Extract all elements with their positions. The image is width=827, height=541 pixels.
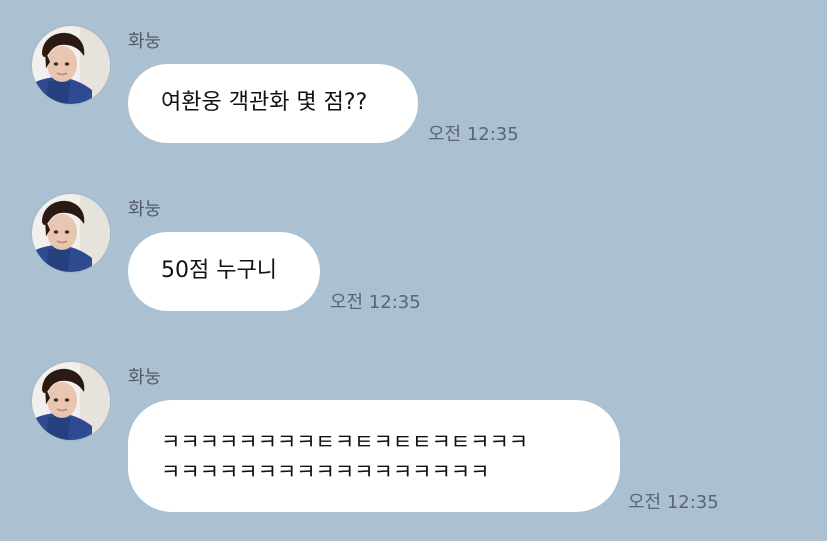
message-text: 50점 누구니 — [161, 258, 277, 283]
sender-name: 화눙 — [128, 367, 162, 388]
message-text: 여환웅 객관화 몇 점?? — [161, 90, 368, 115]
message-bubble[interactable]: 여환웅 객관화 몇 점?? — [128, 64, 418, 143]
message-timestamp: 오전 12:35 — [628, 492, 719, 513]
sender-name: 화눙 — [128, 199, 162, 220]
profile-photo-icon — [32, 26, 110, 104]
message-text-line-2: ㅋㅋㅋㅋㅋㅋㅋㅋㅋㅋㅋㅋㅋㅋㅋㅋㅋ — [161, 460, 490, 484]
sender-avatar[interactable] — [32, 362, 110, 440]
sender-avatar[interactable] — [32, 194, 110, 272]
profile-photo-icon — [32, 362, 110, 440]
chat-room[interactable]: 화눙 여환웅 객관화 몇 점?? 오전 12:35 화눙 50점 누구니 오전 … — [0, 0, 827, 541]
message-timestamp: 오전 12:35 — [428, 124, 519, 145]
sender-avatar[interactable] — [32, 26, 110, 104]
message-bubble[interactable]: ㅋㅋㅋㅋㅋㅋㅋㅋㅌㅋㅌㅋㅌㅌㅋㅌㅋㅋㅋ ㅋㅋㅋㅋㅋㅋㅋㅋㅋㅋㅋㅋㅋㅋㅋㅋㅋ — [128, 400, 620, 512]
profile-photo-icon — [32, 194, 110, 272]
message-text-line-1: ㅋㅋㅋㅋㅋㅋㅋㅋㅌㅋㅌㅋㅌㅌㅋㅌㅋㅋㅋ — [161, 430, 529, 454]
message-timestamp: 오전 12:35 — [330, 292, 421, 313]
sender-name: 화눙 — [128, 31, 162, 52]
message-bubble[interactable]: 50점 누구니 — [128, 232, 320, 311]
